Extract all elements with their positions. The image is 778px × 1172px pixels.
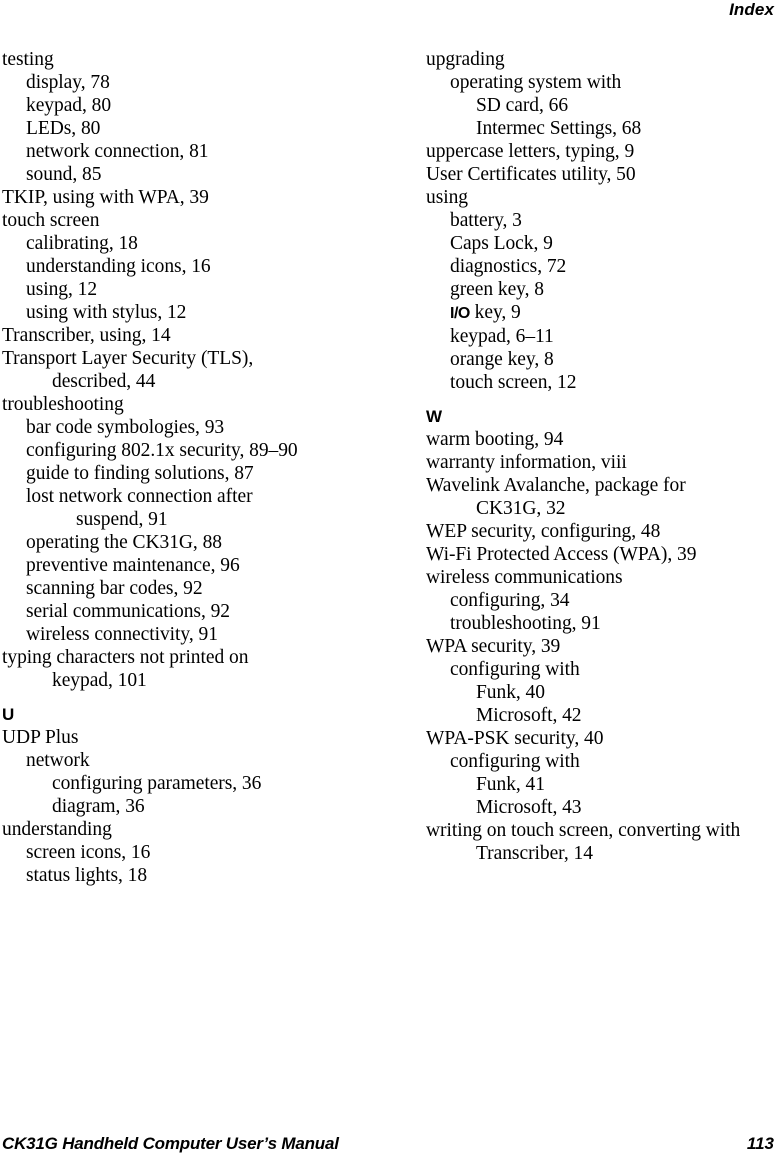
index-subentry: sound, 85 — [26, 164, 102, 185]
index-subentry: touch screen, 12 — [450, 372, 577, 393]
index-entry: User Certificates utility, 50 — [426, 164, 636, 185]
index-subentry: green key, 8 — [450, 279, 544, 300]
index-entry: WEP security, configuring, 48 — [426, 521, 661, 542]
index-subentry: using, 12 — [26, 279, 98, 300]
index-subentry: Intermec Settings, 68 — [476, 118, 642, 139]
index-subentry: keypad, 101 — [52, 670, 147, 691]
index-subentry: described, 44 — [52, 371, 156, 392]
index-entry: testing — [2, 49, 54, 70]
index-entry: Transport Layer Security (TLS), — [2, 348, 254, 369]
index-subentry: configuring 802.1x security, 89–90 — [26, 440, 298, 461]
index-subentry: Microsoft, 42 — [476, 705, 582, 726]
index-entry: using — [426, 187, 469, 208]
index-subentry: bar code symbologies, 93 — [26, 417, 225, 438]
index-subentry: screen icons, 16 — [26, 842, 151, 863]
index-subentry: serial communications, 92 — [26, 601, 230, 622]
index-subentry: preventive maintenance, 96 — [26, 555, 240, 576]
index-entry: troubleshooting — [2, 394, 124, 415]
index-subentry: network — [26, 750, 90, 771]
index-subentry: diagnostics, 72 — [450, 256, 567, 277]
index-entry: uppercase letters, typing, 9 — [426, 141, 635, 162]
index-subentry: configuring, 34 — [450, 590, 570, 611]
footer-manual-title: CK31G Handheld Computer User’s Manual — [2, 1134, 339, 1153]
index-column-left: testing display, 78 keypad, 80 LEDs, 80 netw… — [2, 48, 362, 887]
index-subentry: operating system with — [450, 72, 622, 93]
index-subentry: guide to finding solutions, 87 — [26, 463, 254, 484]
index-subentry: troubleshooting, 91 — [450, 613, 601, 634]
index-column-right: upgrading operating system with SD card, 6… — [426, 48, 778, 865]
index-entry: WPA security, 39 — [426, 636, 561, 657]
index-subentry: calibrating, 18 — [26, 233, 138, 254]
index-entry-text: key, 9 — [469, 302, 521, 323]
index-entry: Transcriber, using, 14 — [2, 325, 171, 346]
index-subentry: display, 78 — [26, 72, 110, 93]
index-entry: understanding — [2, 819, 112, 840]
index-subentry: network connection, 81 — [26, 141, 209, 162]
index-subentry: wireless connectivity, 91 — [26, 624, 218, 645]
index-subentry: LEDs, 80 — [26, 118, 101, 139]
index-body: testing display, 78 keypad, 80 LEDs, 80 netw… — [0, 48, 778, 1108]
index-subentry: orange key, 8 — [450, 349, 554, 370]
index-subentry: keypad, 6–11 — [450, 326, 554, 347]
index-subentry: configuring with — [450, 659, 580, 680]
io-key-icon: I/O — [450, 304, 470, 322]
index-entry: Wi-Fi Protected Access (WPA), 39 — [426, 544, 697, 565]
index-subentry: diagram, 36 — [52, 796, 145, 817]
index-subentry: scanning bar codes, 92 — [26, 578, 203, 599]
index-subentry: understanding icons, 16 — [26, 256, 211, 277]
index-subentry: Funk, 40 — [476, 682, 545, 703]
index-subentry: I/O key, 9 — [426, 301, 778, 325]
index-entry: writing on touch screen, converting with — [426, 820, 741, 841]
index-subentry: suspend, 91 — [76, 509, 168, 530]
index-subentry: Transcriber, 14 — [476, 843, 593, 864]
running-head-title: Index — [729, 0, 774, 19]
index-subentry: SD card, 66 — [476, 95, 569, 116]
page-header: Index — [0, 0, 778, 30]
index-entry: warm booting, 94 — [426, 429, 564, 450]
index-section-letter: W — [426, 407, 443, 426]
index-subentry: CK31G, 32 — [476, 498, 566, 519]
index-entry: WPA-PSK security, 40 — [426, 728, 604, 749]
index-subentry: configuring parameters, 36 — [52, 773, 262, 794]
index-subentry: configuring with — [450, 751, 580, 772]
index-entry: UDP Plus — [2, 727, 79, 748]
index-subentry: battery, 3 — [450, 210, 522, 231]
index-entry: typing characters not printed on — [2, 647, 249, 668]
index-entry: warranty information, viii — [426, 452, 627, 473]
page-footer: CK31G Handheld Computer User’s Manual 11… — [0, 1134, 778, 1158]
index-section-letter: U — [2, 705, 15, 724]
index-subentry: keypad, 80 — [26, 95, 112, 116]
index-entry: upgrading — [426, 49, 505, 70]
footer-page-number: 113 — [746, 1134, 774, 1153]
index-subentry: lost network connection after — [26, 486, 253, 507]
index-entry: touch screen — [2, 210, 100, 231]
index-subentry: Caps Lock, 9 — [450, 233, 553, 254]
index-entry: wireless communications — [426, 567, 623, 588]
index-subentry: Microsoft, 43 — [476, 797, 582, 818]
index-subentry: using with stylus, 12 — [26, 302, 187, 323]
index-subentry: operating the CK31G, 88 — [26, 532, 222, 553]
index-entry: Wavelink Avalanche, package for — [426, 475, 686, 496]
index-entry: TKIP, using with WPA, 39 — [2, 187, 209, 208]
index-subentry: Funk, 41 — [476, 774, 545, 795]
index-subentry: status lights, 18 — [26, 865, 148, 886]
